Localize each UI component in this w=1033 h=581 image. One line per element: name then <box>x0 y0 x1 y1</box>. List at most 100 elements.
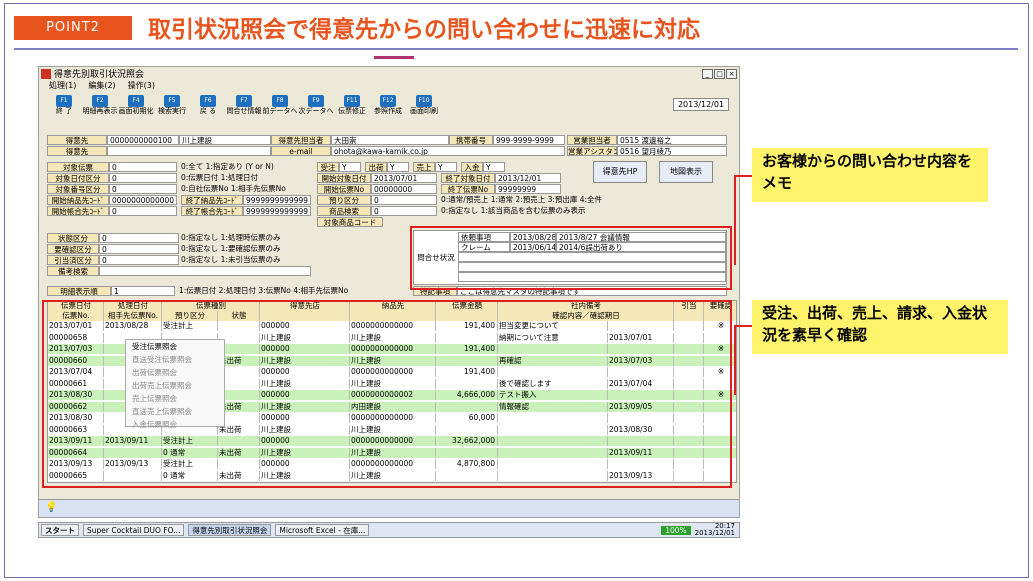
ime-indicator[interactable]: 100% <box>661 525 691 535</box>
confirm-type-hint: 0:指定なし 1:要確認伝票のみ <box>181 244 281 253</box>
end-billing-field[interactable]: 9999999999999 <box>243 206 311 216</box>
toolbar-button-f11[interactable]: F11 伝票修正 <box>335 95 369 116</box>
confirm-type-label: 要確認区分 <box>47 244 99 254</box>
sales-rep-label: 営業担当者 <box>567 135 617 145</box>
target-product-label: 対象商品コード <box>317 217 383 227</box>
status-type-label: 状態区分 <box>47 233 99 243</box>
sales-rep-field[interactable]: 0515 渡邊裕之 <box>617 135 727 145</box>
end-date-label: 終了対象日付 <box>441 173 495 183</box>
callout-inquiry-memo: お客様からの問い合わせ内容をメモ <box>752 148 988 202</box>
help-icon: 💡 <box>45 502 58 513</box>
toolbar-button-print[interactable]: F10 画面印刷 <box>407 95 441 116</box>
deposit-type-field[interactable]: 0 <box>371 195 437 205</box>
toolbar-button-f12[interactable]: F12 参照作成 <box>371 95 405 116</box>
start-delivery-field[interactable]: 0000000000000 <box>109 195 177 205</box>
payment-check-field[interactable]: Y <box>483 162 505 172</box>
date-type-hint: 0:伝票日付 1:処理日付 <box>181 173 258 182</box>
confirm-type-field[interactable]: 0 <box>99 244 179 254</box>
product-search-field[interactable]: 0 <box>371 206 437 216</box>
end-date-field[interactable]: 2013/12/01 <box>495 173 561 183</box>
toolbar-button-f1[interactable]: F1 終 了 <box>47 95 81 116</box>
toolbar-button-f7[interactable]: F7 問合せ情報 <box>227 95 262 116</box>
toolbar-button-f6[interactable]: F6 戻 る <box>191 95 225 116</box>
close-button[interactable]: × <box>726 68 737 79</box>
toolbar-button-f4[interactable]: F4 画面初期化 <box>119 95 154 116</box>
status-type-hint: 0:指定なし 1:処理時伝票のみ <box>181 233 281 242</box>
allocated-type-label: 引当済区分 <box>47 255 99 265</box>
start-date-field[interactable]: 2013/07/01 <box>371 173 437 183</box>
toolbar-button-f5[interactable]: F5 検索実行 <box>155 95 189 116</box>
order-check-label: 受注 <box>317 162 339 172</box>
menu-bar: 処理(1) 編集(2) 操作(3) <box>39 80 739 92</box>
callout2-connector-v <box>734 325 736 395</box>
start-button[interactable]: スタート <box>41 524 79 536</box>
allocated-type-field[interactable]: 0 <box>99 255 179 265</box>
end-slip-no-field[interactable]: 99999999 <box>495 184 561 194</box>
title-bar[interactable]: 得意先別取引状況照会 _ □ × <box>39 67 739 80</box>
order-check-field[interactable]: Y <box>339 162 361 172</box>
minimize-button[interactable]: _ <box>702 68 713 79</box>
task-status-inquiry[interactable]: 得意先別取引状況照会 <box>188 524 272 536</box>
target-slip-field[interactable]: 0 <box>109 162 177 172</box>
callout-status-check: 受注、出荷、売上、請求、入金状況を素早く確認 <box>752 300 1008 354</box>
mobile-label: 携帯番号 <box>449 135 493 145</box>
remarks-search-label: 備考検索 <box>47 266 99 276</box>
end-delivery-label: 終了納品先ｺｰﾄﾞ <box>181 195 243 205</box>
toolbar-button-f8[interactable]: F8 前データへ <box>263 95 298 116</box>
toolbar-button-f9[interactable]: F9 次データへ <box>299 95 334 116</box>
remarks-search-field[interactable] <box>99 266 311 276</box>
point-label: POINT2 <box>14 16 132 40</box>
product-search-hint: 0:指定なし 1:該当商品を含む伝票のみ表示 <box>441 206 586 215</box>
number-type-field[interactable]: 0 <box>109 184 177 194</box>
email-label: e-mail <box>271 146 331 156</box>
sales-check-field[interactable]: Y <box>435 162 457 172</box>
table-highlight-box <box>42 300 732 488</box>
task-excel[interactable]: Microsoft Excel - 在庫... <box>275 524 370 536</box>
allocated-type-hint: 0:指定なし 1:未引当伝票のみ <box>181 255 281 264</box>
menu-process[interactable]: 処理(1) <box>49 80 76 92</box>
assistant-field[interactable]: 0516 望月綾乃 <box>617 146 727 156</box>
toolbar-button-f2[interactable]: F2 明細再表示 <box>83 95 118 116</box>
contact-field[interactable]: 大田崇 <box>331 135 449 145</box>
end-delivery-field[interactable]: 9999999999999 <box>243 195 311 205</box>
deposit-type-label: 預り区分 <box>317 195 371 205</box>
target-slip-hint: 0:全て 1:指定あり (Y or N) <box>181 162 274 171</box>
product-search-label: 商品検索 <box>317 206 371 216</box>
clock-date: 2013/12/01 <box>694 529 735 537</box>
headline-divider <box>14 48 1018 50</box>
end-slip-no-label: 終了伝票No <box>441 184 495 194</box>
detail-order-field[interactable]: 1 <box>111 286 175 296</box>
email-field[interactable]: ohota@kawa-kamik.co.jp <box>331 146 565 156</box>
inquiry-highlight-box <box>410 226 732 290</box>
menu-operation[interactable]: 操作(3) <box>128 80 155 92</box>
app-icon <box>41 68 51 79</box>
start-slip-no-field[interactable]: 00000000 <box>371 184 437 194</box>
customer-code-field[interactable]: 0000000000100 <box>107 135 179 145</box>
end-billing-label: 終了帳合先ｺｰﾄﾞ <box>181 206 243 216</box>
start-date-label: 開始対象日付 <box>317 173 371 183</box>
start-billing-label: 開始帳合先ｺｰﾄﾞ <box>47 206 109 216</box>
windows-taskbar: スタート Super Cocktail DUO FO... 得意先別取引状況照会… <box>38 522 740 538</box>
accent-mark <box>374 56 414 59</box>
customer-label: 得意先 <box>47 135 107 145</box>
customer-hp-button[interactable]: 得意先HP <box>593 161 647 183</box>
shipping-check-label: 出荷 <box>365 162 387 172</box>
status-type-field[interactable]: 0 <box>99 233 179 243</box>
sales-check-label: 売上 <box>413 162 435 172</box>
customer-name-field[interactable]: 川上建設 <box>179 135 271 145</box>
menu-edit[interactable]: 編集(2) <box>88 80 115 92</box>
detail-order-hint: 1:伝票日付 2:処理日付 3:伝票No 4:相手先伝票No <box>179 286 349 295</box>
shipping-check-field[interactable]: Y <box>387 162 409 172</box>
map-button[interactable]: 地図表示 <box>659 161 713 183</box>
start-delivery-label: 開始納品先ｺｰﾄﾞ <box>47 195 109 205</box>
date-type-field[interactable]: 0 <box>109 173 177 183</box>
number-type-hint: 0:自社伝票No 1:相手先伝票No <box>181 184 286 193</box>
callout1-connector-v <box>734 175 736 265</box>
maximize-button[interactable]: □ <box>714 68 725 79</box>
customer-extra-field[interactable] <box>107 146 271 156</box>
system-date: 2013/12/01 <box>673 98 729 111</box>
clock: 20:17 2013/12/01 <box>695 523 735 537</box>
mobile-field[interactable]: 999-9999-9999 <box>493 135 565 145</box>
task-super-cocktail[interactable]: Super Cocktail DUO FO... <box>83 524 185 536</box>
start-billing-field[interactable]: 0 <box>109 206 177 216</box>
